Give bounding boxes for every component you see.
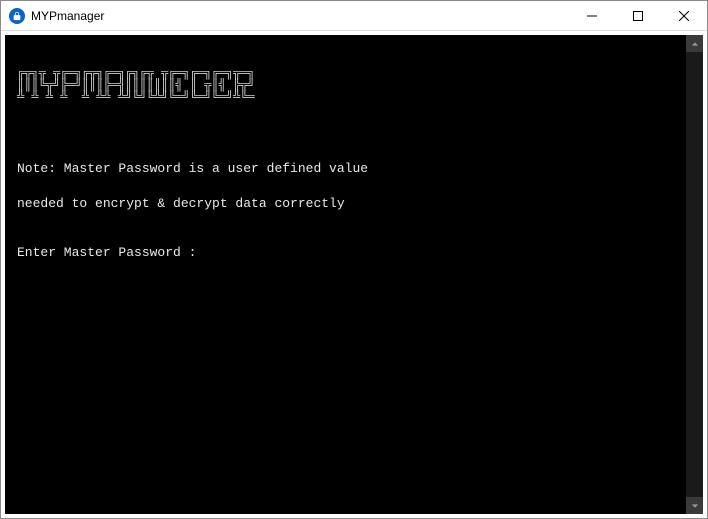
- ascii-logo: ╔╦╗╦ ╦╔═╗╔╦╗╔═╗╔╗╔╦ ╦╔═╗╔═╗╔═╗╦═╗ ║║║╚╦╝…: [17, 67, 691, 103]
- titlebar[interactable]: MYPmanager: [1, 1, 707, 31]
- minimize-icon: [587, 11, 597, 21]
- vertical-scrollbar[interactable]: [686, 35, 703, 514]
- close-button[interactable]: [661, 1, 707, 30]
- chevron-down-icon: [691, 502, 699, 510]
- console-area: ╔╦╗╦ ╦╔═╗╔╦╗╔═╗╔╗╔╦ ╦╔═╗╔═╗╔═╗╦═╗ ║║║╚╦╝…: [5, 35, 703, 514]
- close-icon: [679, 11, 689, 21]
- minimize-button[interactable]: [569, 1, 615, 30]
- window-controls: [569, 1, 707, 30]
- note-line-2: needed to encrypt & decrypt data correct…: [17, 195, 691, 213]
- scroll-up-button[interactable]: [686, 35, 703, 52]
- maximize-icon: [633, 11, 643, 21]
- app-window: MYPmanager ╔╦╗╦ ╦╔═╗╔╦╗╔═╗╔╗╔╦ ╦╔═╗╔═╗╔═…: [0, 0, 708, 519]
- console-output: ╔╦╗╦ ╦╔═╗╔╦╗╔═╗╔╗╔╦ ╦╔═╗╔═╗╔═╗╦═╗ ║║║╚╦╝…: [5, 35, 703, 311]
- titlebar-left: MYPmanager: [1, 8, 569, 24]
- maximize-button[interactable]: [615, 1, 661, 30]
- scroll-down-button[interactable]: [686, 497, 703, 514]
- scroll-track[interactable]: [686, 52, 703, 497]
- lock-icon: [9, 8, 25, 24]
- chevron-up-icon: [691, 40, 699, 48]
- window-title: MYPmanager: [31, 9, 104, 23]
- note-line-1: Note: Master Password is a user defined …: [17, 160, 691, 178]
- password-prompt[interactable]: Enter Master Password :: [17, 244, 691, 262]
